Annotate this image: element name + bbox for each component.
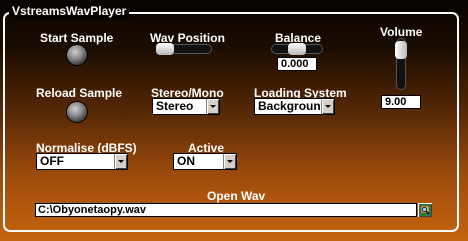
start-sample-button[interactable] bbox=[67, 45, 87, 65]
loading-system-dropdown[interactable]: Background bbox=[254, 98, 335, 115]
volume-label: Volume bbox=[380, 25, 423, 39]
chevron-down-icon[interactable] bbox=[321, 99, 334, 114]
wav-path-field[interactable]: C:\Obyonetaopy.wav bbox=[35, 203, 417, 217]
active-selected: ON bbox=[177, 154, 195, 168]
stereo-mono-dropdown[interactable]: Stereo bbox=[152, 98, 220, 115]
normalise-dropdown[interactable]: OFF bbox=[36, 153, 128, 170]
open-wav-label: Open Wav bbox=[207, 189, 266, 203]
reload-sample-button[interactable] bbox=[67, 102, 87, 122]
folder-browse-button[interactable] bbox=[418, 203, 432, 217]
volume-thumb[interactable] bbox=[395, 41, 407, 59]
wav-position-thumb[interactable] bbox=[156, 43, 174, 55]
balance-thumb[interactable] bbox=[288, 43, 306, 55]
wav-position-slider[interactable] bbox=[156, 43, 212, 55]
reload-sample-label: Reload Sample bbox=[36, 86, 123, 100]
chevron-down-icon[interactable] bbox=[223, 154, 236, 169]
balance-slider[interactable] bbox=[271, 43, 323, 55]
volume-slider[interactable] bbox=[395, 38, 407, 90]
start-sample-label: Start Sample bbox=[40, 31, 114, 45]
active-dropdown[interactable]: ON bbox=[173, 153, 237, 170]
normalise-selected: OFF bbox=[40, 154, 64, 168]
loading-system-selected: Background bbox=[258, 99, 329, 113]
balance-value-field[interactable]: 0.000 bbox=[277, 57, 317, 71]
stereo-mono-selected: Stereo bbox=[156, 99, 194, 113]
chevron-down-icon[interactable] bbox=[206, 99, 219, 114]
volume-value-field[interactable]: 9.00 bbox=[381, 95, 421, 109]
folder-browse-icon bbox=[419, 204, 431, 216]
chevron-down-icon[interactable] bbox=[114, 154, 127, 169]
window-title: VstreamsWavPlayer bbox=[9, 4, 130, 19]
